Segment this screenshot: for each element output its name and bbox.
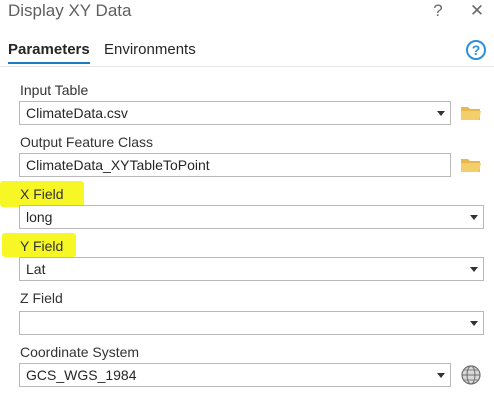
- chevron-down-icon[interactable]: [437, 111, 445, 116]
- x-field-label: X Field: [20, 186, 64, 202]
- tab-parameters[interactable]: Parameters: [8, 41, 90, 64]
- title-bar: Display XY Data ? ✕: [0, 0, 494, 30]
- chevron-down-icon[interactable]: [470, 321, 478, 326]
- folder-icon[interactable]: [460, 156, 482, 174]
- input-table-combo[interactable]: ClimateData.csv: [19, 101, 451, 125]
- y-field-combo[interactable]: Lat: [19, 257, 484, 281]
- y-field-value: Lat: [26, 261, 46, 277]
- input-table-value: ClimateData.csv: [26, 105, 128, 121]
- coordinate-system-value: GCS_WGS_1984: [26, 367, 137, 383]
- tab-environments[interactable]: Environments: [104, 41, 196, 62]
- close-icon[interactable]: ✕: [465, 0, 489, 24]
- coordinate-system-combo[interactable]: GCS_WGS_1984: [19, 363, 451, 387]
- chevron-down-icon[interactable]: [437, 373, 445, 378]
- window-help-button[interactable]: ?: [426, 0, 450, 24]
- z-field-label: Z Field: [20, 290, 63, 306]
- globe-icon[interactable]: [460, 364, 482, 386]
- y-field-label: Y Field: [20, 238, 64, 254]
- chevron-down-icon[interactable]: [470, 267, 478, 272]
- output-feature-class-input[interactable]: ClimateData_XYTableToPoint: [19, 153, 451, 177]
- folder-icon[interactable]: [460, 104, 482, 122]
- coordinate-system-label: Coordinate System: [20, 344, 140, 360]
- help-circle-icon[interactable]: ?: [466, 40, 486, 60]
- x-field-value: long: [26, 209, 53, 225]
- window-title: Display XY Data: [8, 1, 132, 20]
- input-table-label: Input Table: [20, 82, 89, 98]
- x-field-combo[interactable]: long: [19, 205, 484, 229]
- z-field-combo[interactable]: [19, 311, 484, 335]
- chevron-down-icon[interactable]: [470, 215, 478, 220]
- output-feature-class-label: Output Feature Class: [20, 134, 154, 150]
